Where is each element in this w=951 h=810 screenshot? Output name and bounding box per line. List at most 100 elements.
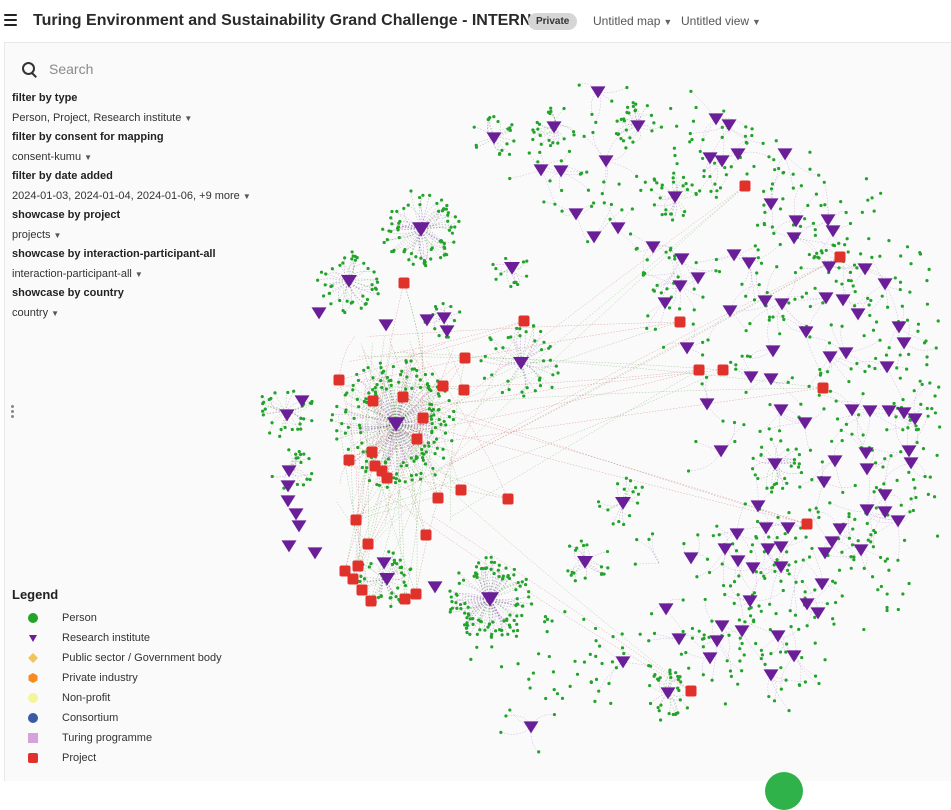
- filter-title: showcase by country: [12, 287, 124, 299]
- filter-date-dropdown[interactable]: 2024-01-03, 2024-01-04, 2024-01-06, +9 m…: [12, 189, 251, 209]
- person-node: [504, 714, 508, 718]
- person-node: [840, 550, 844, 554]
- person-node: [309, 401, 314, 405]
- person-node: [658, 196, 662, 200]
- graph-edge: [869, 410, 903, 430]
- showcase-project-dropdown[interactable]: projects ▼: [12, 228, 251, 248]
- person-node: [715, 189, 719, 193]
- person-node: [819, 203, 823, 208]
- person-node: [398, 558, 402, 562]
- person-node: [721, 583, 726, 588]
- person-node: [778, 650, 783, 654]
- person-node: [702, 174, 706, 179]
- person-node: [570, 570, 574, 574]
- person-node: [610, 99, 614, 103]
- person-node: [885, 557, 889, 561]
- view-selector[interactable]: Untitled view ▼: [681, 14, 761, 28]
- person-node: [713, 182, 717, 186]
- graph-edge: [828, 266, 852, 281]
- person-node: [753, 473, 757, 477]
- chevron-down-icon: ▼: [242, 191, 251, 201]
- person-node: [294, 452, 298, 456]
- person-node: [861, 433, 865, 437]
- person-node: [437, 334, 441, 338]
- person-node: [810, 478, 814, 482]
- person-node: [384, 387, 389, 391]
- project-node: [397, 391, 409, 403]
- person-node: [569, 573, 573, 577]
- person-node: [885, 605, 889, 610]
- person-node: [525, 274, 529, 278]
- filter-consent-dropdown[interactable]: consent-kumu ▼: [12, 150, 251, 170]
- person-node: [435, 446, 439, 450]
- graph-edge: [699, 118, 717, 152]
- person-node: [686, 469, 691, 473]
- research-institute-node: [758, 522, 774, 535]
- project-nodes: [333, 180, 846, 697]
- person-node: [494, 277, 498, 281]
- person-node: [800, 579, 804, 584]
- person-node: [738, 659, 742, 663]
- person-node: [898, 353, 902, 357]
- person-node: [905, 245, 910, 249]
- search-bar[interactable]: [22, 60, 191, 78]
- project-node: [411, 433, 423, 445]
- person-node: [335, 429, 339, 433]
- person-node: [455, 593, 459, 597]
- person-node: [340, 421, 344, 426]
- person-node: [694, 191, 698, 196]
- person-node: [361, 294, 365, 298]
- search-input[interactable]: [47, 60, 191, 78]
- research-institute-node: [814, 578, 830, 591]
- person-node: [813, 641, 817, 645]
- person-node: [475, 632, 479, 637]
- person-node: [649, 188, 654, 192]
- research-institute-node: [853, 544, 869, 557]
- person-node: [431, 466, 435, 471]
- person-node: [720, 135, 724, 139]
- map-selector[interactable]: Untitled map ▼: [593, 14, 672, 28]
- person-node: [319, 270, 324, 274]
- person-node: [669, 106, 673, 111]
- person-node: [732, 420, 737, 425]
- person-node: [387, 550, 391, 554]
- person-node: [533, 339, 537, 343]
- showcase-interaction-dropdown[interactable]: interaction-participant-all ▼: [12, 267, 251, 287]
- panel-resize-handle[interactable]: [11, 405, 15, 420]
- research-institute-node: [713, 445, 729, 458]
- person-node: [919, 402, 923, 406]
- person-node: [514, 280, 518, 284]
- person-node: [536, 160, 540, 164]
- person-node: [366, 266, 370, 271]
- person-node: [909, 262, 913, 266]
- research-institute-node: [702, 652, 718, 665]
- filter-type-dropdown[interactable]: Person, Project, Research institute ▼: [12, 111, 251, 131]
- person-node: [816, 255, 820, 259]
- person-node: [681, 213, 685, 218]
- research-institute-node: [726, 249, 742, 262]
- research-institute-node: [896, 337, 912, 350]
- person-node: [713, 161, 717, 165]
- person-node: [385, 238, 389, 242]
- person-node: [813, 588, 817, 592]
- person-node: [684, 182, 688, 186]
- person-node: [797, 462, 801, 466]
- research-institute-node: [777, 148, 793, 161]
- person-node: [631, 101, 635, 105]
- hamburger-menu-icon[interactable]: [4, 14, 17, 26]
- research-institute-node: [419, 314, 435, 327]
- person-node: [806, 203, 810, 208]
- person-node: [355, 372, 359, 377]
- legend-item-turing-programme: Turing programme: [12, 728, 222, 748]
- project-node: [356, 584, 368, 596]
- person-node: [450, 231, 454, 235]
- person-node: [743, 502, 747, 506]
- research-institute-node: [690, 272, 706, 285]
- showcase-country-dropdown[interactable]: country ▼: [12, 306, 251, 326]
- add-button[interactable]: [765, 772, 803, 810]
- filter-value-label: Person, Project, Research institute: [12, 111, 182, 124]
- graph-edge: [290, 470, 312, 477]
- legend-item-non-profit: Non-profit: [12, 688, 222, 708]
- person-node: [740, 669, 744, 673]
- legend-label: Non-profit: [62, 692, 111, 704]
